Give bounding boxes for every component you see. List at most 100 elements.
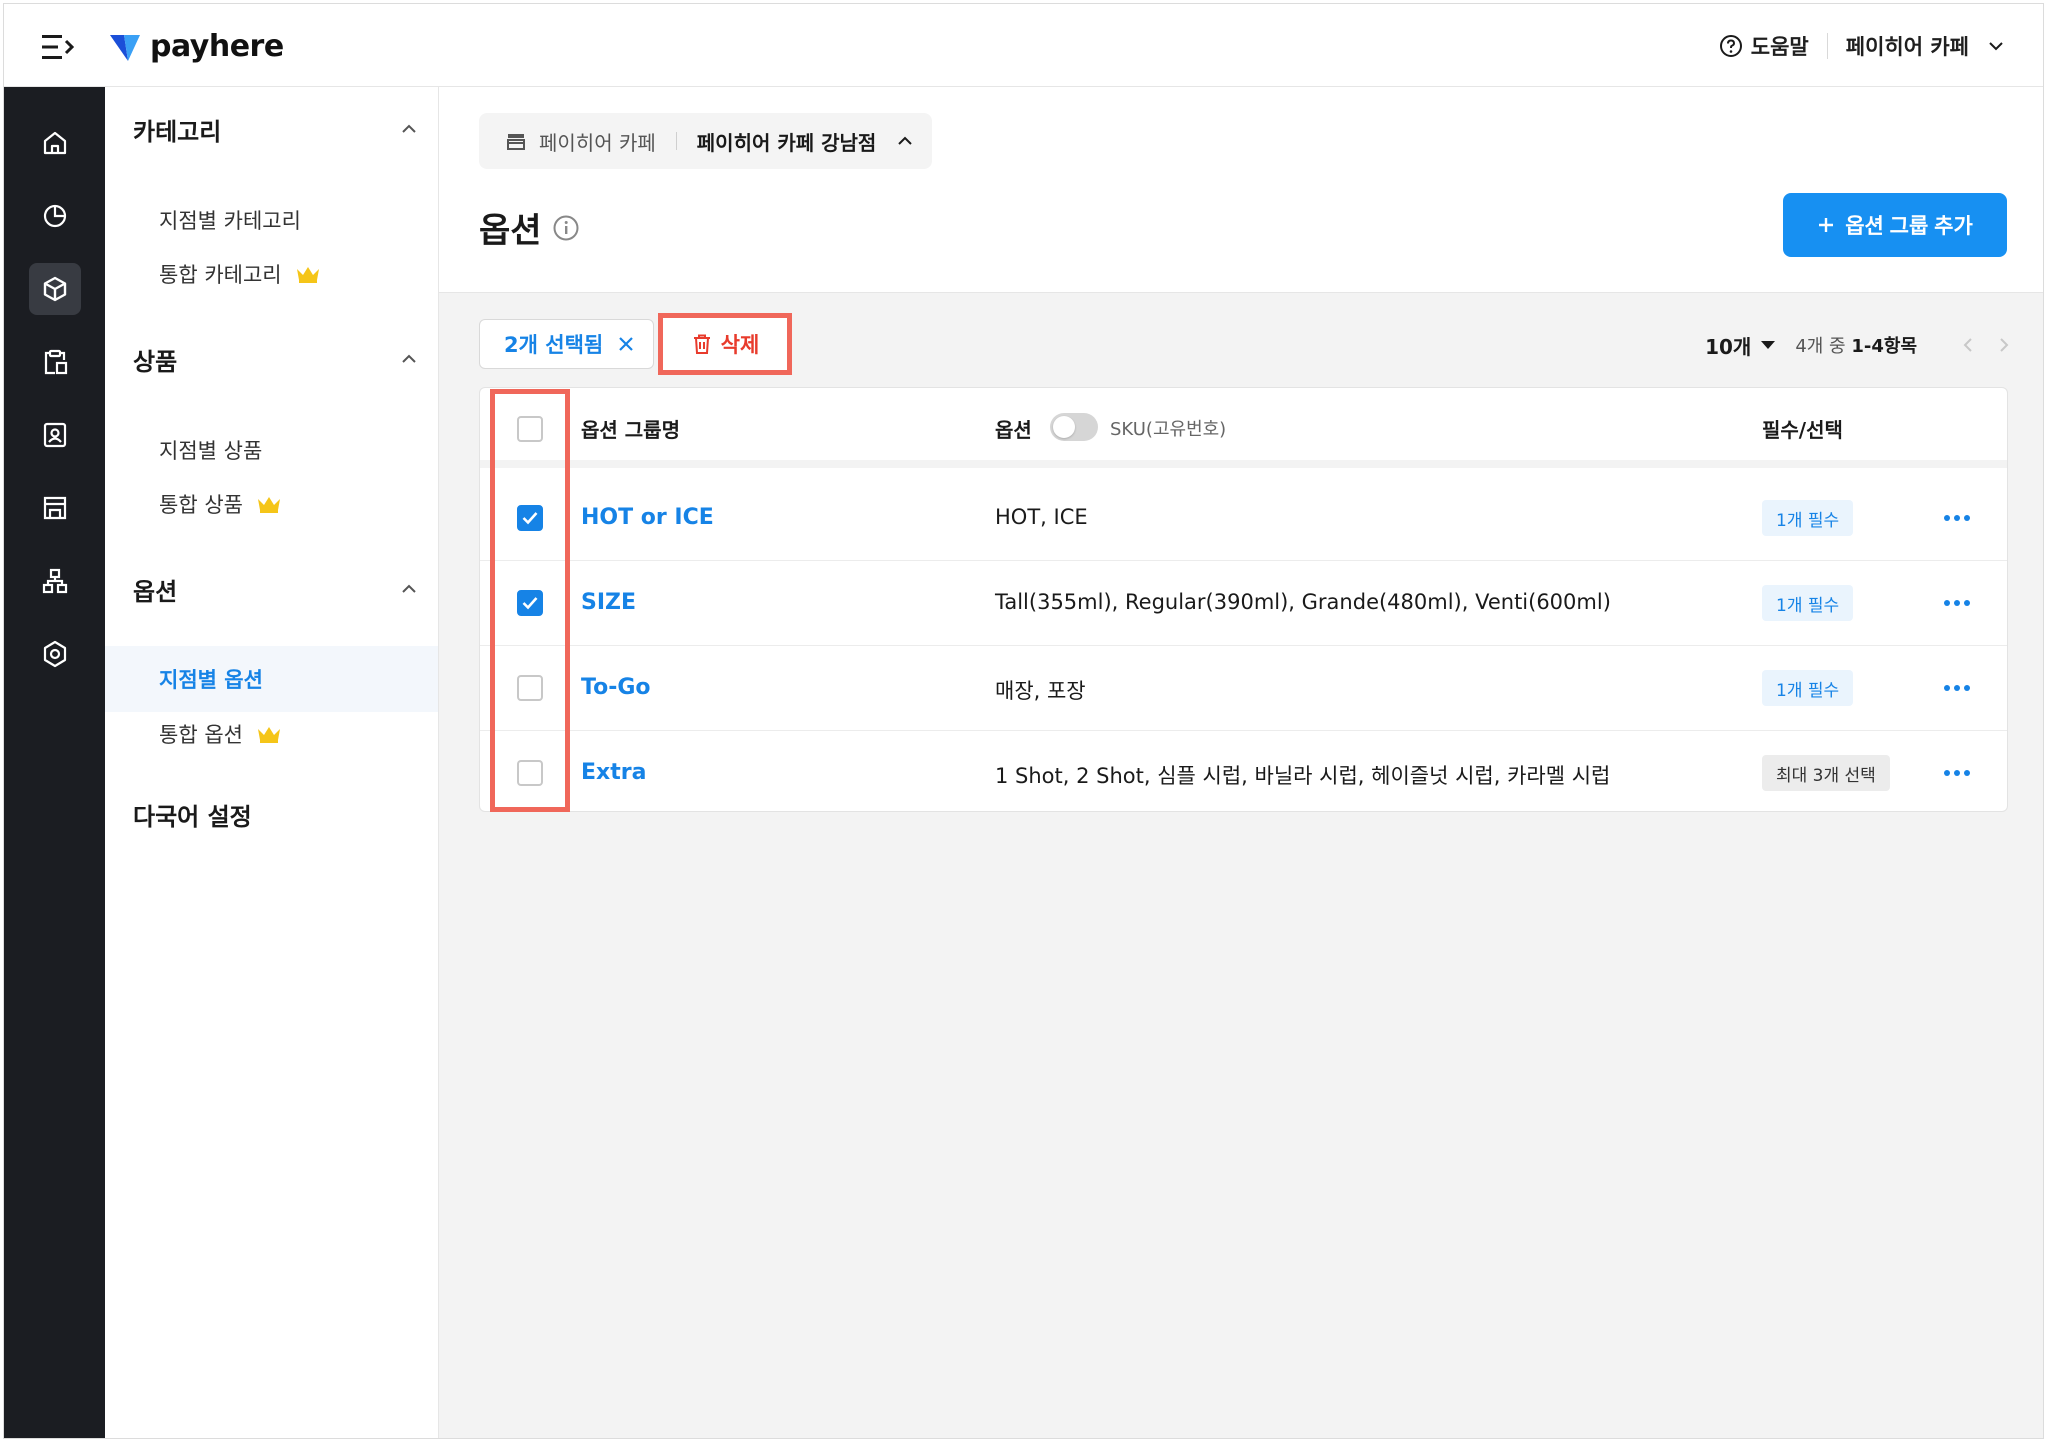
- breadcrumb-divider: [675, 132, 677, 150]
- section-title: 카테고리: [133, 117, 222, 146]
- store-name: 페이히어 카페: [1845, 35, 1969, 59]
- sidebar-item-label: 지점별 카테고리: [159, 209, 301, 233]
- table-row[interactable]: Extra 1 Shot, 2 Shot, 심플 시럽, 바닐라 시럽, 헤이즐…: [480, 731, 2007, 811]
- caret-down-icon: [1761, 341, 1776, 349]
- rail-products[interactable]: [29, 263, 81, 315]
- chevron-left-icon[interactable]: [1961, 337, 1975, 353]
- group-name-link[interactable]: HOT or ICE: [581, 505, 714, 530]
- delete-button[interactable]: 삭제: [658, 313, 792, 375]
- info-icon[interactable]: [552, 214, 580, 242]
- clear-selection-icon[interactable]: [617, 335, 635, 353]
- sidebar-item-label: 지점별 옵션: [159, 668, 263, 692]
- pie-chart-icon: [43, 204, 67, 228]
- trash-icon: [693, 334, 710, 354]
- rail-stores[interactable]: [29, 482, 81, 534]
- group-name-link[interactable]: To-Go: [581, 675, 651, 700]
- section-title: 옵션: [133, 577, 178, 606]
- page-title: 옵션: [479, 203, 580, 252]
- rail-analytics[interactable]: [29, 190, 81, 242]
- section-product-header[interactable]: 상품: [133, 339, 419, 379]
- store-icon: [507, 134, 525, 150]
- section-option-header[interactable]: 옵션: [133, 569, 419, 609]
- more-options-icon[interactable]: [1942, 506, 1972, 530]
- required-badge: 1개 필수: [1762, 500, 1854, 536]
- toggle-knob: [1053, 416, 1075, 438]
- settings-icon: [43, 640, 67, 668]
- delete-label: 삭제: [720, 333, 760, 357]
- org-chart-icon: [42, 568, 68, 594]
- required-badge: 1개 필수: [1762, 670, 1854, 706]
- page-size-value: 10개: [1705, 334, 1752, 359]
- page-range: 4개 중 1-4항목: [1795, 332, 1917, 358]
- sidebar-item-label: 통합 옵션: [159, 723, 243, 747]
- chevron-up-icon: [898, 136, 913, 145]
- page-header: 페이히어 카페 페이히어 카페 강남점 옵션 옵션 그룹 추가: [439, 87, 2043, 293]
- section-title: 다국어 설정: [133, 802, 252, 831]
- help-label: 도움말: [1750, 35, 1809, 59]
- max-select-badge: 최대 3개 선택: [1762, 755, 1890, 791]
- main-content: 페이히어 카페 페이히어 카페 강남점 옵션 옵션 그룹 추가 2개 선택됨 삭…: [439, 87, 2043, 1438]
- rail-settings[interactable]: [29, 628, 81, 680]
- range-value: 1-4항목: [1851, 336, 1917, 357]
- option-list: 1 Shot, 2 Shot, 심플 시럽, 바닐라 시럽, 헤이즐넛 시럽, …: [995, 764, 1611, 788]
- option-list: HOT, ICE: [995, 505, 1088, 529]
- chevron-right-icon[interactable]: [1997, 337, 2011, 353]
- breadcrumb-branch: 페이히어 카페 강남점: [696, 130, 877, 155]
- sidebar-item-integrated-product[interactable]: 통합 상품: [105, 471, 438, 537]
- chevron-up-icon: [402, 584, 416, 593]
- sidebar-item-integrated-category[interactable]: 통합 카테고리: [105, 241, 438, 307]
- row-checkbox[interactable]: [517, 760, 543, 786]
- more-options-icon[interactable]: [1942, 676, 1972, 700]
- header-required: 필수/선택: [1762, 418, 1843, 442]
- more-options-icon[interactable]: [1942, 761, 1972, 785]
- rail-home[interactable]: [29, 117, 81, 169]
- select-all-checkbox[interactable]: [517, 416, 543, 442]
- crown-icon: [257, 727, 280, 743]
- payhere-logo[interactable]: payhere: [110, 26, 284, 66]
- help-button[interactable]: 도움말: [1719, 31, 1809, 61]
- divider: [1826, 33, 1828, 59]
- table-row[interactable]: To-Go 매장, 포장 1개 필수: [480, 646, 2007, 731]
- page-size-select[interactable]: 10개: [1705, 331, 1776, 360]
- add-option-group-button[interactable]: 옵션 그룹 추가: [1783, 193, 2007, 257]
- table-header: 옵션 그룹명 옵션 SKU(고유번호) 필수/선택: [480, 388, 2007, 468]
- rail-orders[interactable]: [29, 336, 81, 388]
- sidebar-item-integrated-option[interactable]: 통합 옵션: [105, 701, 438, 767]
- section-language-header[interactable]: 다국어 설정: [133, 794, 419, 834]
- box-icon: [43, 276, 67, 302]
- crown-icon: [296, 267, 319, 283]
- top-right-controls: 도움말 페이히어 카페: [1719, 28, 2005, 64]
- section-category-header[interactable]: 카테고리: [133, 109, 419, 149]
- rail-customers[interactable]: [29, 409, 81, 461]
- app-window: payhere 도움말 페이히어 카페 카테고리 지점별 카테고리 통합 카테고…: [3, 3, 2044, 1439]
- rail-organization[interactable]: [29, 555, 81, 607]
- group-name-link[interactable]: Extra: [581, 760, 646, 785]
- chevron-up-icon: [402, 124, 416, 133]
- store-selector[interactable]: 페이히어 카페: [1846, 31, 2005, 61]
- top-bar: payhere 도움말 페이히어 카페: [4, 4, 2043, 87]
- product-sidebar: 카테고리 지점별 카테고리 통합 카테고리 상품 지점별 상품 통합 상품 옵션…: [105, 87, 439, 1438]
- table-row[interactable]: HOT or ICE HOT, ICE 1개 필수: [480, 476, 2007, 561]
- more-options-icon[interactable]: [1942, 591, 1972, 615]
- payhere-logo-mark-icon: [110, 35, 140, 61]
- add-button-label: 옵션 그룹 추가: [1845, 215, 1973, 238]
- row-checkbox[interactable]: [517, 590, 543, 616]
- section-title: 상품: [133, 347, 178, 376]
- row-checkbox[interactable]: [517, 675, 543, 701]
- required-badge: 1개 필수: [1762, 585, 1854, 621]
- page-title-text: 옵션: [479, 211, 542, 251]
- chevron-up-icon: [402, 354, 416, 363]
- menu-toggle-icon[interactable]: [42, 34, 74, 60]
- table-row[interactable]: SIZE Tall(355ml), Regular(390ml), Grande…: [480, 561, 2007, 646]
- sidebar-item-label: 지점별 상품: [159, 439, 263, 463]
- icon-rail: [4, 87, 105, 1438]
- header-group-name: 옵션 그룹명: [581, 418, 680, 442]
- row-checkbox[interactable]: [517, 505, 543, 531]
- sku-toggle[interactable]: [1050, 413, 1098, 441]
- contact-icon: [43, 422, 67, 448]
- plus-icon: [1819, 218, 1834, 232]
- breadcrumb[interactable]: 페이히어 카페 페이히어 카페 강남점: [479, 113, 933, 169]
- crown-icon: [257, 497, 280, 513]
- group-name-link[interactable]: SIZE: [581, 590, 636, 615]
- selection-count-label: 2개 선택됨: [504, 333, 604, 357]
